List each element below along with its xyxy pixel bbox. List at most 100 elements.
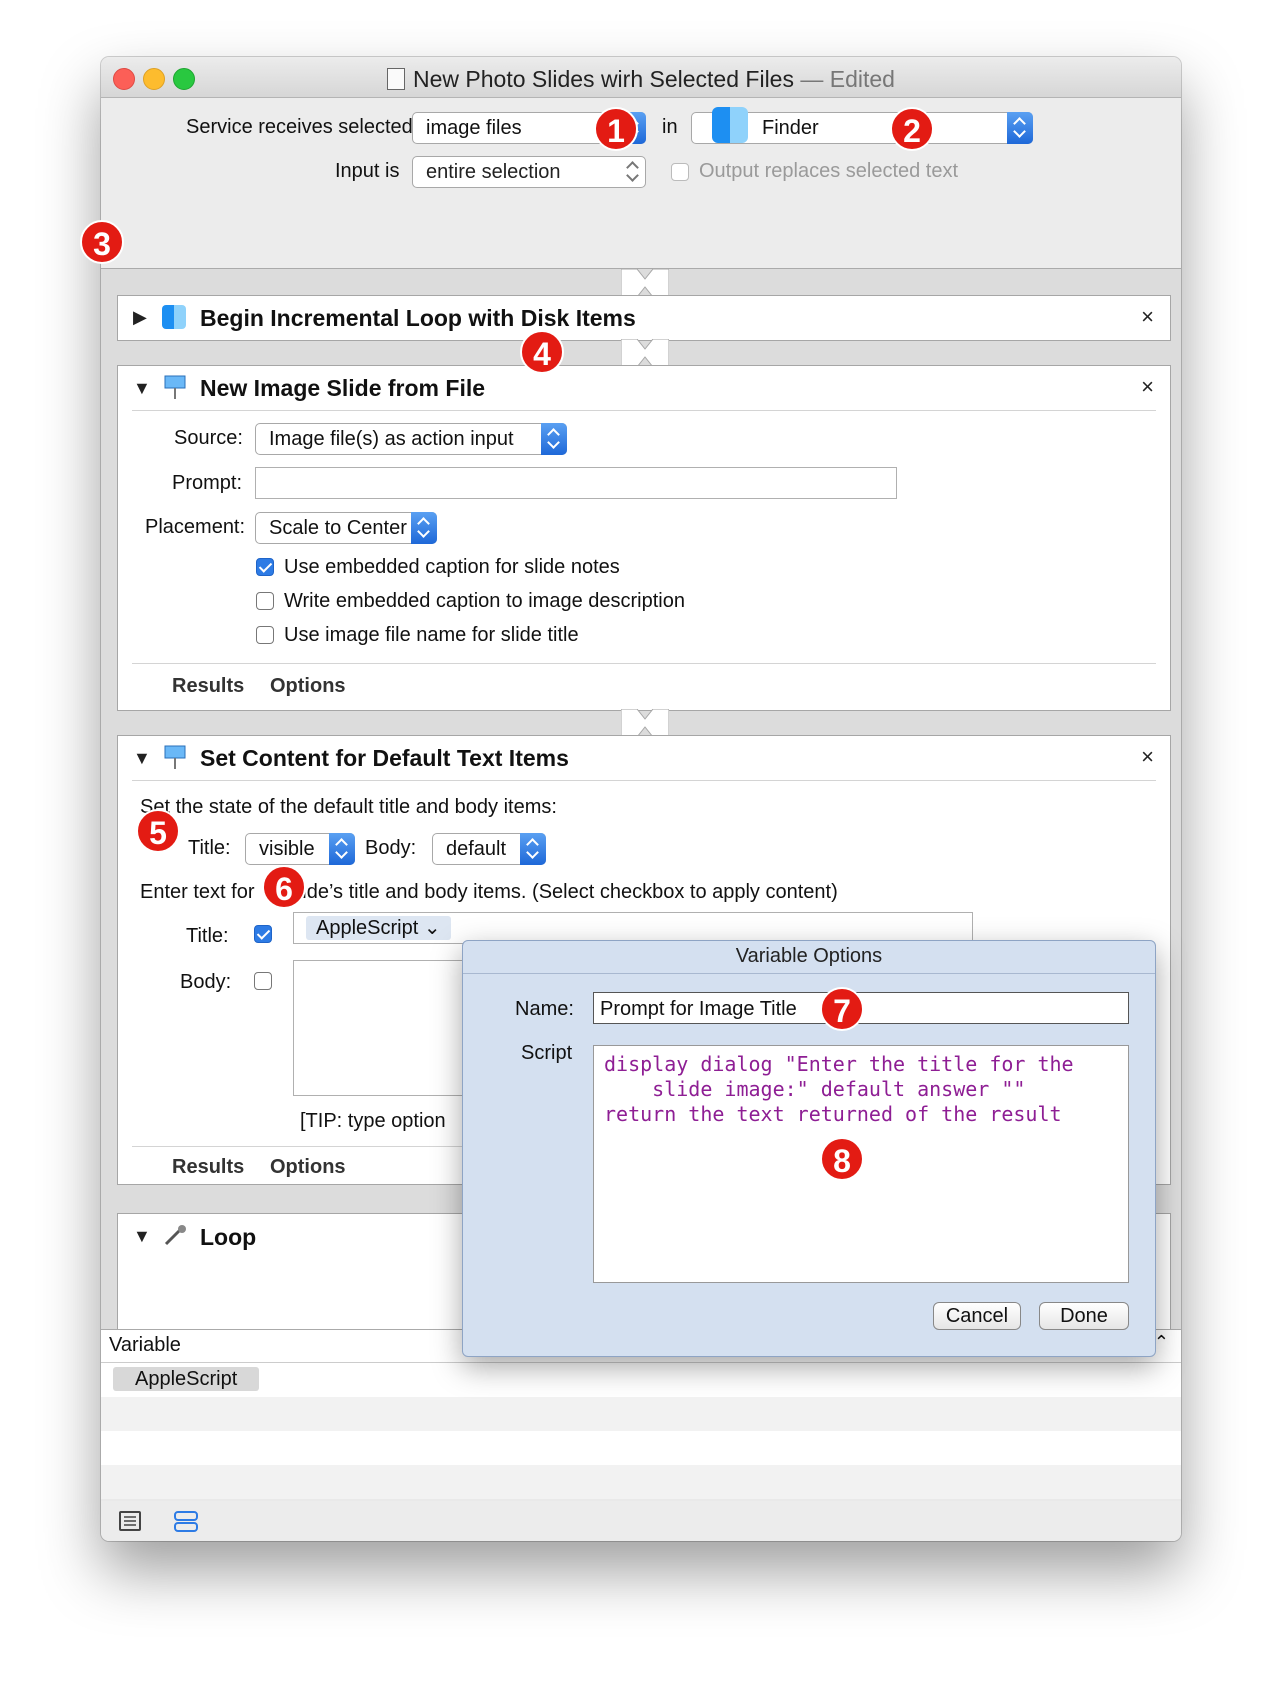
collapse-chevron-icon[interactable]: ⌃ [1154, 1332, 1169, 1353]
file-name-title-label: Use image file name for slide title [284, 624, 579, 646]
applescript-variable-token[interactable]: AppleScript ⌄ [306, 916, 451, 940]
window-title-text: New Photo Slides wirh Selected Files [413, 66, 794, 92]
placement-label: Placement: [145, 516, 246, 538]
title-state-value: visible [259, 838, 315, 860]
cancel-button[interactable]: Cancel [933, 1302, 1021, 1330]
placement-value: Scale to Center [269, 517, 407, 539]
service-receives-label: Service receives selected [186, 116, 413, 138]
annotation-badge-5: 5 [136, 809, 180, 853]
title-state-label: Title: [188, 837, 231, 859]
service-header: Service receives selected image files in… [101, 98, 1181, 269]
applescript-variable-item[interactable]: AppleScript [113, 1367, 260, 1391]
remove-action-icon[interactable]: × [1141, 744, 1154, 770]
popup-arrows-icon [541, 423, 567, 455]
automator-file-icon [387, 68, 406, 90]
body-state-label: Body: [365, 837, 417, 859]
source-popup[interactable]: Image file(s) as action input [255, 423, 567, 455]
popup-arrows-icon [329, 833, 355, 865]
title-state-popup[interactable]: visible [245, 833, 355, 865]
action-connector [621, 339, 669, 367]
annotation-badge-7: 7 [820, 987, 864, 1031]
annotation-badge-1: 1 [594, 107, 638, 151]
annotation-badge-8: 8 [820, 1137, 864, 1181]
remove-action-icon[interactable]: × [1141, 304, 1154, 330]
script-line: display dialog "Enter the title for the [604, 1052, 1074, 1076]
title-apply-checkbox[interactable] [254, 925, 272, 943]
placement-popup[interactable]: Scale to Center [255, 512, 437, 544]
disclosure-triangle-expanded-icon[interactable]: ▼ [133, 378, 151, 399]
output-replaces-label: Output replaces selected text [699, 160, 959, 182]
dialog-title: Variable Options [735, 945, 883, 967]
prompt-label: Prompt: [172, 472, 243, 494]
file-name-title-checkbox[interactable] [256, 626, 274, 644]
options-tab[interactable]: Options [270, 675, 346, 698]
list-view-icon[interactable] [119, 1511, 141, 1531]
done-button[interactable]: Done [1039, 1302, 1129, 1330]
popup-arrows-icon [520, 833, 546, 865]
body-state-popup[interactable]: default [432, 833, 546, 865]
prompt-input[interactable] [255, 467, 897, 499]
loop-icon [162, 1224, 188, 1248]
results-tab[interactable]: Results [172, 1156, 244, 1179]
divider [132, 663, 1156, 664]
state-instructions: Set the state of the default title and b… [140, 796, 557, 818]
body-field-label: Body: [180, 971, 232, 993]
variable-row [101, 1397, 1181, 1431]
application-value: Finder [762, 117, 819, 139]
keynote-icon [162, 374, 188, 400]
embedded-caption-notes-checkbox[interactable] [256, 558, 274, 576]
source-value: Image file(s) as action input [269, 428, 514, 450]
divider [132, 780, 1156, 781]
body-apply-checkbox[interactable] [254, 972, 272, 990]
variable-row[interactable]: AppleScript [101, 1363, 1181, 1397]
disclosure-triangle-expanded-icon[interactable]: ▼ [133, 1226, 151, 1247]
options-tab[interactable]: Options [270, 1156, 346, 1179]
action-connector [621, 269, 669, 297]
script-line: return the text returned of the result [604, 1102, 1062, 1126]
action-new-image-slide: ▼ New Image Slide from File × Source: Im… [117, 365, 1171, 711]
service-input-type-value: image files [426, 117, 522, 139]
action-title: Set Content for Default Text Items [200, 745, 569, 771]
popup-arrows-icon [1007, 112, 1033, 144]
input-is-label: Input is [335, 160, 400, 182]
action-title: New Image Slide from File [200, 375, 486, 401]
write-caption-label: Write embedded caption to image descript… [284, 590, 685, 612]
output-replaces-checkbox[interactable] [671, 163, 689, 181]
script-line: slide image:" default answer "" [604, 1077, 1026, 1101]
variable-column-header[interactable]: Variable [109, 1334, 181, 1357]
title-bar: New Photo Slides wirh Selected Files — E… [101, 57, 1181, 98]
variable-row [101, 1431, 1181, 1465]
action-title: Begin Incremental Loop with Disk Items [200, 305, 636, 331]
action-connector [621, 709, 669, 737]
variable-options-dialog: Variable Options Name: Prompt for Image … [462, 940, 1156, 1357]
embedded-caption-notes-label: Use embedded caption for slide notes [284, 556, 620, 578]
input-is-value: entire selection [426, 161, 561, 183]
disclosure-triangle-expanded-icon[interactable]: ▼ [133, 748, 151, 769]
remove-action-icon[interactable]: × [1141, 374, 1154, 400]
script-label: Script [521, 1042, 573, 1064]
flow-view-icon[interactable] [173, 1511, 199, 1532]
write-caption-checkbox[interactable] [256, 592, 274, 610]
bottom-toolbar [101, 1501, 1181, 1541]
results-tab[interactable]: Results [172, 675, 244, 698]
divider [463, 973, 1155, 974]
name-label: Name: [515, 998, 574, 1020]
annotation-badge-4: 4 [520, 330, 564, 374]
title-field-label: Title: [186, 925, 229, 947]
application-popup[interactable]: Finder [691, 107, 1033, 144]
popup-arrows-icon [411, 512, 437, 544]
input-is-popup[interactable]: entire selection [412, 156, 646, 188]
annotation-badge-2: 2 [890, 107, 934, 151]
tip-text: [TIP: type option [300, 1110, 446, 1132]
keynote-icon [162, 744, 188, 770]
disclosure-triangle-collapsed-icon[interactable]: ▶ [133, 307, 147, 328]
variable-name-value: Prompt for Image Title [600, 998, 797, 1020]
enter-text-instructions: Enter text for slide’s title and body it… [140, 881, 838, 903]
popup-arrows-icon [620, 156, 646, 188]
divider [132, 410, 1156, 411]
finder-icon [162, 305, 186, 329]
variable-row [101, 1465, 1181, 1499]
action-begin-loop: ▶ Begin Incremental Loop with Disk Items… [117, 295, 1171, 341]
finder-icon [712, 107, 748, 143]
annotation-badge-6: 6 [262, 865, 306, 909]
